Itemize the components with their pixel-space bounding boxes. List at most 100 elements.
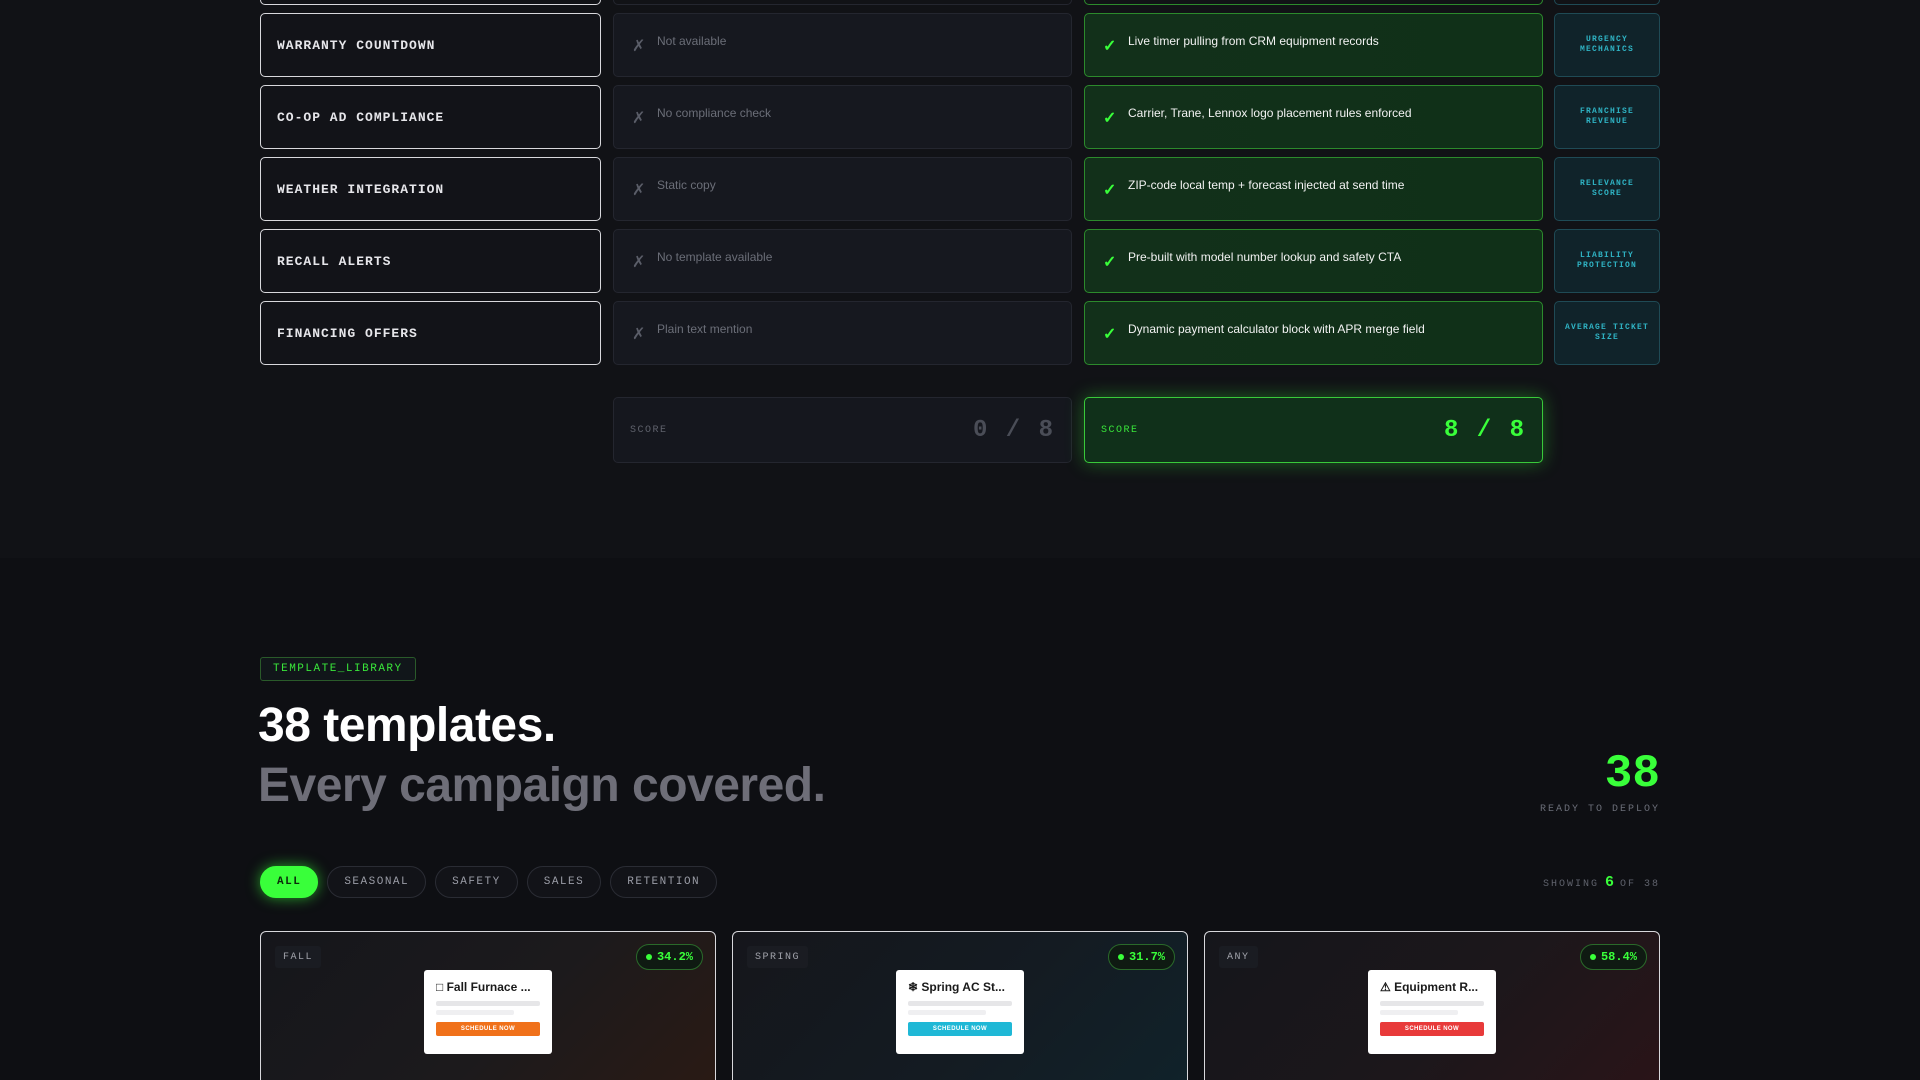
legacy-text: No compliance check — [657, 106, 772, 120]
filter-bar: ALL SEASONAL SAFETY SALES RETENTION — [260, 866, 718, 898]
new-cell: ✓ Live timer pulling from CRM equipment … — [1084, 13, 1543, 77]
impact-tag: RELEVANCE SCORE — [1554, 157, 1660, 221]
open-rate-value: 58.4% — [1600, 950, 1637, 964]
legacy-cell: ✗ No compliance check — [613, 85, 1072, 149]
open-rate-badge: 31.7% — [1107, 944, 1175, 970]
x-icon: ✗ — [632, 254, 646, 271]
template-card[interactable]: SPRING 31.7% ❄ Spring AC St... SCHEDULE … — [732, 931, 1188, 1080]
x-icon: ✗ — [632, 326, 646, 343]
legacy-score-label: SCORE — [630, 424, 668, 436]
comparison-section: WARRANTY COUNTDOWN ✗ Not available ✓ Liv… — [0, 0, 1920, 558]
impact-tag: LIABILITY PROTECTION — [1554, 229, 1660, 293]
comparison-row: CO-OP AD COMPLIANCE ✗ No compliance chec… — [260, 85, 1660, 149]
feature-label: CO-OP AD COMPLIANCE — [260, 85, 601, 149]
template-card[interactable]: FALL 34.2% □ Fall Furnace ... SCHEDULE N… — [260, 931, 716, 1080]
new-text: Carrier, Trane, Lennox logo placement ru… — [1128, 106, 1412, 120]
status-dot-icon — [1589, 954, 1596, 960]
legacy-score-box: SCORE 0 / 8 — [613, 397, 1072, 463]
preview-cta-button: SCHEDULE NOW — [908, 1022, 1012, 1036]
template-card[interactable]: ANY 58.4% ⚠ Equipment R... SCHEDULE NOW — [1204, 931, 1660, 1080]
comparison-row: WARRANTY COUNTDOWN ✗ Not available ✓ Liv… — [260, 13, 1660, 77]
showing-count: 6 — [1604, 874, 1614, 891]
x-icon: ✗ — [632, 110, 646, 127]
check-icon: ✓ — [1103, 326, 1117, 343]
filter-all[interactable]: ALL — [260, 866, 319, 898]
check-icon: ✓ — [1103, 38, 1117, 55]
section-badge: TEMPLATE_LIBRARY — [260, 657, 416, 681]
open-rate-badge: 58.4% — [1579, 944, 1647, 970]
status-dot-icon — [1117, 954, 1124, 960]
open-rate-badge: 34.2% — [635, 944, 703, 970]
email-preview: ❄ Spring AC St... SCHEDULE NOW — [896, 970, 1024, 1054]
x-icon: ✗ — [632, 182, 646, 199]
feature-label: FINANCING OFFERS — [260, 301, 601, 365]
email-preview: ⚠ Equipment R... SCHEDULE NOW — [1368, 970, 1496, 1054]
preview-title: □ Fall Furnace ... — [436, 980, 531, 994]
status-dot-icon — [645, 954, 652, 960]
preview-line — [1380, 1001, 1484, 1006]
preview-line — [908, 1010, 986, 1015]
comparison-row: FINANCING OFFERS ✗ Plain text mention ✓ … — [260, 301, 1660, 365]
preview-line — [436, 1001, 540, 1006]
new-text: ZIP-code local temp + forecast injected … — [1128, 178, 1405, 192]
filter-seasonal[interactable]: SEASONAL — [327, 866, 427, 898]
preview-title: ❄ Spring AC St... — [908, 980, 1005, 994]
template-count: 38 — [1604, 748, 1660, 800]
previous-row-edge — [260, 0, 601, 5]
preview-cta-button: SCHEDULE NOW — [1380, 1022, 1484, 1036]
legacy-text: No template available — [657, 250, 773, 264]
preview-line — [436, 1010, 514, 1015]
new-score-value: 8 / 8 — [1443, 416, 1526, 444]
page-title: 38 templates. — [258, 699, 556, 752]
impact-tag: FRANCHISE REVENUE — [1554, 85, 1660, 149]
new-score-box: SCORE 8 / 8 — [1084, 397, 1543, 463]
showing-suffix: OF 38 — [1619, 879, 1660, 890]
preview-line — [908, 1001, 1012, 1006]
new-cell: ✓ Carrier, Trane, Lennox logo placement … — [1084, 85, 1543, 149]
feature-label: WARRANTY COUNTDOWN — [260, 13, 601, 77]
results-count: SHOWING 6 OF 38 — [1543, 874, 1660, 891]
legacy-cell: ✗ No template available — [613, 229, 1072, 293]
comparison-row: WEATHER INTEGRATION ✗ Static copy ✓ ZIP-… — [260, 157, 1660, 221]
filter-sales[interactable]: SALES — [526, 866, 602, 898]
season-tag: FALL — [275, 946, 322, 968]
check-icon: ✓ — [1103, 110, 1117, 127]
x-icon: ✗ — [632, 38, 646, 55]
email-preview: □ Fall Furnace ... SCHEDULE NOW — [424, 970, 552, 1054]
new-cell: ✓ Pre-built with model number lookup and… — [1084, 229, 1543, 293]
legacy-text: Not available — [657, 34, 727, 48]
legacy-text: Static copy — [657, 178, 716, 192]
season-tag: SPRING — [747, 946, 809, 968]
feature-label: WEATHER INTEGRATION — [260, 157, 601, 221]
legacy-cell: ✗ Plain text mention — [613, 301, 1072, 365]
new-score-label: SCORE — [1101, 424, 1139, 436]
previous-row-edge — [1554, 0, 1660, 5]
new-text: Pre-built with model number lookup and s… — [1128, 250, 1402, 264]
new-cell: ✓ Dynamic payment calculator block with … — [1084, 301, 1543, 365]
legacy-cell: ✗ Static copy — [613, 157, 1072, 221]
impact-tag: AVERAGE TICKET SIZE — [1554, 301, 1660, 365]
new-text: Live timer pulling from CRM equipment re… — [1128, 34, 1379, 48]
preview-line — [1380, 1010, 1458, 1015]
preview-title: ⚠ Equipment R... — [1380, 980, 1479, 994]
filter-retention[interactable]: RETENTION — [610, 866, 718, 898]
showing-prefix: SHOWING — [1542, 879, 1599, 890]
new-cell: ✓ ZIP-code local temp + forecast injecte… — [1084, 157, 1543, 221]
legacy-score-value: 0 / 8 — [972, 416, 1055, 444]
legacy-cell: ✗ Not available — [613, 13, 1072, 77]
template-count-label: READY TO DEPLOY — [1539, 804, 1660, 815]
legacy-text: Plain text mention — [657, 322, 753, 336]
open-rate-value: 34.2% — [656, 950, 693, 964]
previous-row-edge — [613, 0, 1072, 5]
feature-label: RECALL ALERTS — [260, 229, 601, 293]
season-tag: ANY — [1219, 946, 1258, 968]
filter-safety[interactable]: SAFETY — [435, 866, 518, 898]
previous-row-edge — [1084, 0, 1543, 5]
page-subtitle: Every campaign covered. — [258, 759, 826, 812]
preview-cta-button: SCHEDULE NOW — [436, 1022, 540, 1036]
check-icon: ✓ — [1103, 182, 1117, 199]
open-rate-value: 31.7% — [1128, 950, 1165, 964]
new-text: Dynamic payment calculator block with AP… — [1128, 322, 1425, 336]
check-icon: ✓ — [1103, 254, 1117, 271]
comparison-row: RECALL ALERTS ✗ No template available ✓ … — [260, 229, 1660, 293]
